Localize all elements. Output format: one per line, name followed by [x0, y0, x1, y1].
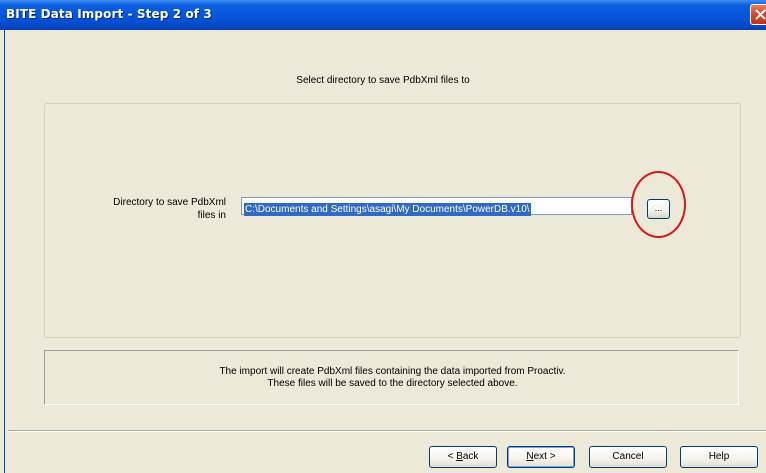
directory-input[interactable]: C:\Documents and Settings\asagi\My Docum… — [241, 197, 632, 216]
help-button[interactable]: Help — [680, 446, 758, 468]
directory-label-line1: Directory to save PdbXml — [113, 197, 226, 208]
close-icon — [755, 9, 766, 20]
directory-input-value: C:\Documents and Settings\asagi\My Docum… — [244, 203, 531, 216]
info-line-2: These files will be saved to the directo… — [267, 378, 518, 389]
back-button[interactable]: < Back — [429, 446, 497, 468]
dialog-window: BITE Data Import - Step 2 of 3 Select di… — [0, 0, 766, 473]
cancel-button[interactable]: Cancel — [589, 446, 667, 468]
directory-label-line2: files in — [197, 210, 226, 221]
info-text: The import will create PdbXml files cont… — [45, 366, 740, 390]
step-heading: Select directory to save PdbXml files to — [296, 75, 470, 86]
next-button[interactable]: Next > — [507, 446, 575, 468]
browse-button[interactable]: ... — [647, 199, 670, 219]
back-prefix: < — [447, 451, 457, 462]
close-button[interactable] — [750, 4, 766, 25]
window-title: BITE Data Import - Step 2 of 3 — [6, 7, 212, 21]
title-bar[interactable]: BITE Data Import - Step 2 of 3 — [0, 0, 766, 30]
next-rest: ext > — [533, 451, 556, 462]
next-mnemonic: N — [526, 451, 534, 462]
back-rest: ack — [462, 451, 479, 462]
info-line-1: The import will create PdbXml files cont… — [219, 366, 566, 377]
directory-label: Directory to save PdbXml files in — [60, 196, 226, 222]
info-panel: The import will create PdbXml files cont… — [44, 350, 739, 405]
button-separator — [8, 430, 766, 432]
back-mnemonic: B — [456, 451, 463, 462]
